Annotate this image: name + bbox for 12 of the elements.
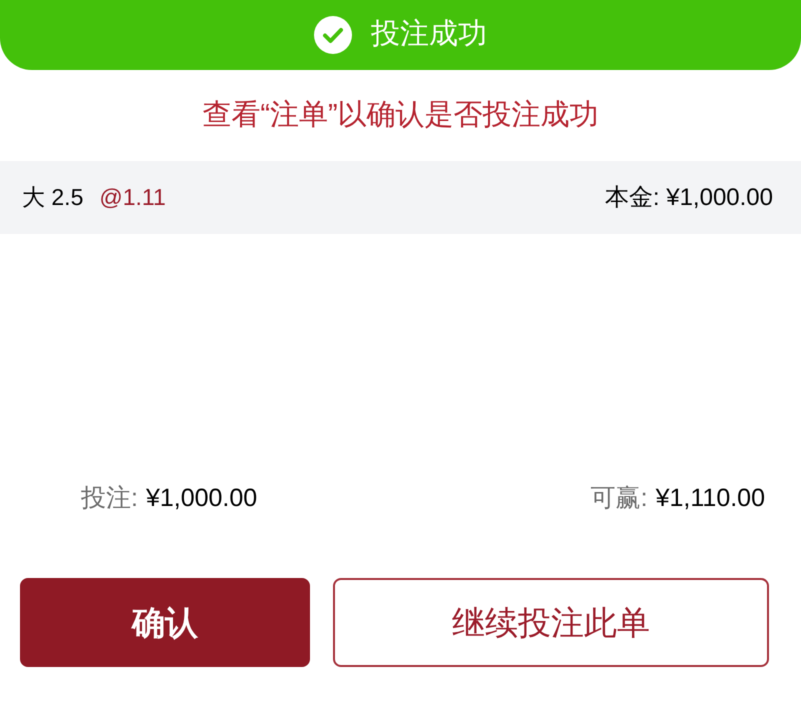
- stake-text: 本金: ¥1,000.00: [604, 182, 773, 212]
- summary-label: 投注:: [81, 483, 138, 514]
- continue-button[interactable]: 继续投注此单: [333, 578, 769, 667]
- confirm-button[interactable]: 确认: [20, 578, 310, 667]
- check-circle-icon: [314, 16, 352, 54]
- summary-value: ¥1,000.00: [146, 483, 258, 514]
- toast-title: 投注成功: [371, 17, 487, 52]
- odds-text: @1.11: [99, 183, 166, 212]
- bet-selection: 大 2.5: [22, 183, 84, 212]
- summary-label: 可赢:: [590, 483, 648, 514]
- notice-text: 查看“注单”以确认是否投注成功: [202, 98, 599, 133]
- summary-value: ¥1,110.00: [656, 483, 765, 514]
